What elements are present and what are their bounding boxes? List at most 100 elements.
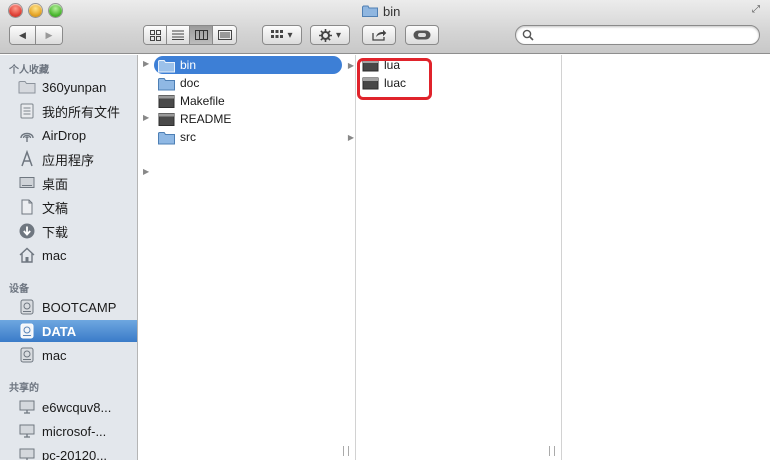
annotation-highlight-box	[357, 58, 432, 100]
downloads-icon	[19, 223, 35, 239]
window-title-label: bin	[383, 3, 401, 19]
sidebar-item-label: AirDrop	[42, 127, 87, 143]
icon-view-button[interactable]	[144, 26, 167, 44]
sidebar-item-mac-disk[interactable]: mac	[0, 344, 137, 366]
folder-icon	[158, 59, 175, 72]
close-window-button[interactable]	[9, 4, 22, 17]
sidebar-section-shared: 共享的	[9, 383, 39, 394]
list-view-button[interactable]	[167, 26, 190, 44]
sidebar-section-devices: 设备	[9, 284, 29, 295]
share-button[interactable]	[362, 25, 396, 45]
list-item-label: src	[180, 130, 196, 144]
sidebar-item-label: 应用程序	[42, 152, 95, 168]
disk-icon	[20, 299, 34, 315]
forward-button[interactable]: ▶	[36, 26, 62, 44]
browser-column-2: lua luac	[356, 55, 562, 460]
browser-column-3	[562, 55, 770, 460]
sidebar-item-label: 下载	[42, 224, 69, 240]
coverflow-view-button[interactable]	[213, 26, 236, 44]
list-item-doc[interactable]: doc	[154, 74, 342, 92]
column-view-icon	[194, 30, 208, 40]
list-item-readme[interactable]: README	[154, 110, 342, 128]
sidebar-item-label: BOOTCAMP	[42, 299, 117, 315]
view-mode-control	[143, 25, 237, 45]
forward-arrow-icon: ▶	[45, 29, 53, 40]
list-item-label: Makefile	[180, 94, 225, 108]
sidebar-item-home[interactable]: mac	[0, 244, 137, 266]
home-icon	[19, 247, 35, 263]
file-icon	[158, 94, 175, 108]
back-button[interactable]: ◀	[10, 26, 36, 44]
window-toolbar: bin ⤢ ◀ ▶ ▾ ▾	[0, 0, 770, 54]
sidebar-item-shared-microsof[interactable]: microsof-...	[0, 420, 137, 442]
desktop-icon	[19, 177, 35, 188]
sidebar-item-360yunpan[interactable]: 360yunpan	[0, 76, 137, 98]
airdrop-icon	[20, 132, 34, 142]
list-view-icon	[172, 30, 184, 40]
zoom-window-button[interactable]	[49, 4, 62, 17]
sidebar-item-label: 我的所有文件	[42, 104, 121, 120]
sidebar-section-favorites: 个人收藏	[9, 65, 49, 76]
sidebar-item-airdrop[interactable]: AirDrop	[0, 124, 137, 146]
chevron-down-icon: ▾	[335, 29, 342, 41]
computer-icon	[19, 424, 35, 438]
sidebar-item-label: mac	[42, 347, 67, 363]
folder-icon	[18, 81, 36, 94]
disclosure-arrow-icon: ▶	[143, 167, 150, 176]
computer-icon	[19, 400, 35, 414]
disclosure-arrow-icon: ▶	[347, 60, 354, 70]
sidebar-item-label: pc-20120...	[42, 447, 108, 460]
gear-icon	[318, 28, 332, 42]
documents-icon	[21, 199, 33, 215]
sidebar: 个人收藏 360yunpan 我的所有文件 AirDrop 应用程序 桌面 文稿…	[0, 55, 138, 460]
column-view-button[interactable]	[190, 26, 213, 44]
list-item-src[interactable]: src ▶	[154, 128, 354, 146]
folder-icon	[158, 77, 175, 90]
label-button[interactable]	[405, 25, 439, 45]
sidebar-item-label: microsof-...	[42, 423, 107, 439]
sidebar-item-label: 桌面	[42, 176, 69, 192]
list-item-label: bin	[180, 58, 197, 72]
minimize-window-button[interactable]	[29, 4, 42, 17]
sidebar-item-documents[interactable]: 文稿	[0, 196, 137, 218]
sidebar-item-all-files[interactable]: 我的所有文件	[0, 100, 137, 122]
back-arrow-icon: ◀	[19, 29, 26, 40]
window-title: bin	[362, 2, 400, 20]
all-files-icon	[20, 103, 34, 119]
search-icon	[522, 29, 534, 41]
disk-icon	[20, 347, 34, 363]
list-item-makefile[interactable]: Makefile	[154, 92, 342, 110]
list-item-label: doc	[180, 76, 200, 90]
sidebar-item-bootcamp[interactable]: BOOTCAMP	[0, 296, 137, 318]
sidebar-item-label: mac	[42, 247, 67, 263]
arrange-grid-icon	[271, 30, 284, 38]
folder-icon	[362, 5, 378, 17]
action-button[interactable]: ▾	[310, 25, 350, 45]
search-field[interactable]	[515, 25, 760, 45]
column-resize-handle[interactable]	[343, 446, 349, 456]
icon-view-icon	[149, 29, 161, 41]
search-input[interactable]	[538, 28, 753, 42]
sidebar-item-label: DATA	[42, 323, 77, 339]
disk-icon	[20, 323, 34, 339]
browser-column-1: ▶ ▶ ▶ bin ▶ doc Makefile README src ▶	[138, 55, 356, 460]
tag-pill-icon	[413, 30, 431, 40]
sidebar-item-data[interactable]: DATA	[0, 320, 137, 342]
share-icon	[371, 29, 386, 41]
fullscreen-icon[interactable]: ⤢	[752, 4, 764, 16]
sidebar-item-downloads[interactable]: 下载	[0, 220, 137, 242]
disclosure-arrow-icon: ▶	[143, 59, 150, 68]
sidebar-item-shared-pc[interactable]: pc-20120...	[0, 444, 137, 460]
sidebar-item-label: 360yunpan	[42, 79, 107, 95]
sidebar-item-applications[interactable]: 应用程序	[0, 148, 137, 170]
sidebar-item-desktop[interactable]: 桌面	[0, 172, 137, 194]
applications-icon	[21, 150, 33, 167]
disclosure-arrow-icon: ▶	[347, 132, 354, 142]
sidebar-item-label: 文稿	[42, 200, 69, 216]
sidebar-item-shared-e6wcquv8[interactable]: e6wcquv8...	[0, 396, 137, 418]
list-item-bin[interactable]: bin ▶	[154, 56, 354, 74]
chevron-down-icon: ▾	[287, 29, 293, 41]
coverflow-view-icon	[217, 30, 232, 40]
arrange-button[interactable]: ▾	[262, 25, 302, 45]
column-resize-handle[interactable]	[549, 446, 555, 456]
